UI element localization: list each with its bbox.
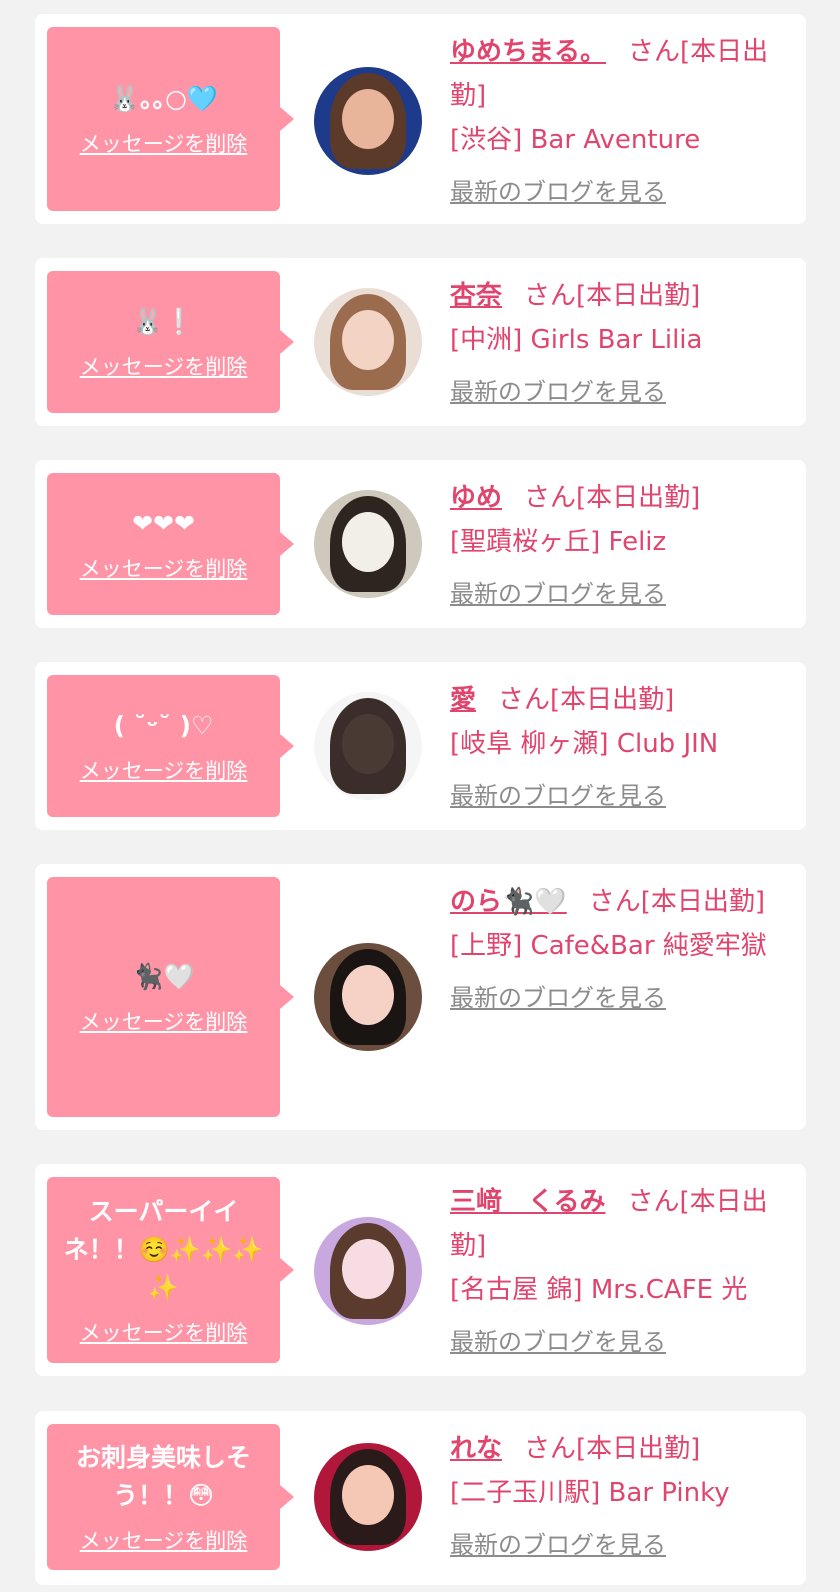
cast-name-link[interactable]: ゆめ xyxy=(450,483,502,513)
cast-info: 三﨑 くるみ さん[本日出勤] [名古屋 錦] Mrs.CAFE 光 最新のブログ… xyxy=(450,1180,790,1364)
message-text: お刺身美味しそう！！😳 xyxy=(75,1443,251,1510)
location-text: [岐阜 柳ヶ瀬] Club JIN xyxy=(450,729,719,759)
status-text: さん[本日出勤] xyxy=(588,887,766,917)
delete-message-link[interactable]: メッセージを削除 xyxy=(80,1527,248,1555)
avatar-face-shape xyxy=(342,965,394,1025)
avatar[interactable] xyxy=(314,692,422,800)
name-line: 杏奈 さん[本日出勤] xyxy=(450,274,790,318)
message-card: 🐰❕ メッセージを削除 杏奈 さん[本日出勤] [中洲] Girls Bar Li… xyxy=(35,258,806,426)
message-text: 🐰❕ xyxy=(132,307,195,336)
cast-name-link[interactable]: 三﨑 くるみ xyxy=(450,1187,605,1217)
cast-name-link[interactable]: 愛 xyxy=(450,685,476,715)
name-line: のら🐈‍⬛🤍 さん[本日出勤] xyxy=(450,880,790,924)
message-card: 🐰｡｡○🩵 メッセージを削除 ゆめちまる。 さん[本日出勤] [渋谷] Bar A… xyxy=(35,14,806,224)
delete-message-link[interactable]: メッセージを削除 xyxy=(80,757,248,785)
message-list: 🐰｡｡○🩵 メッセージを削除 ゆめちまる。 さん[本日出勤] [渋谷] Bar A… xyxy=(0,0,840,1592)
delete-message-link[interactable]: メッセージを削除 xyxy=(80,1319,248,1347)
cast-info: 杏奈 さん[本日出勤] [中洲] Girls Bar Lilia 最新のブログを見… xyxy=(450,274,790,414)
message-bubble: 🐰｡｡○🩵 メッセージを削除 xyxy=(47,27,294,211)
name-line: 愛さん[本日出勤] xyxy=(450,678,790,722)
cast-info: れな さん[本日出勤] [二子玉川駅] Bar Pinky 最新のブログを見る xyxy=(450,1427,790,1567)
status-text: さん[本日出勤] xyxy=(498,685,675,715)
message-text: スーパーイイネ！！☺️✨✨✨✨ xyxy=(63,1197,264,1302)
delete-message-link[interactable]: メッセージを削除 xyxy=(80,353,248,381)
avatar-face-shape xyxy=(342,1465,394,1525)
message-bubble: 🐈‍⬛🤍 メッセージを削除 xyxy=(47,877,294,1117)
cast-info: ゆめ さん[本日出勤] [聖蹟桜ヶ丘] Feliz 最新のブログを見る xyxy=(450,476,790,616)
location-text: [中洲] Girls Bar Lilia xyxy=(450,325,703,355)
avatar[interactable] xyxy=(314,490,422,598)
avatar-face-shape xyxy=(342,89,394,149)
message-text: ( ˘ᵕ˘ )♡ xyxy=(113,711,214,740)
message-card: ❤❤❤ メッセージを削除 ゆめ さん[本日出勤] [聖蹟桜ヶ丘] Feliz 最新… xyxy=(35,460,806,628)
avatar-face-shape xyxy=(342,714,394,774)
status-text: さん[本日出勤] xyxy=(524,281,701,311)
message-bubble: ❤❤❤ メッセージを削除 xyxy=(47,473,294,615)
name-line: れな さん[本日出勤] xyxy=(450,1427,790,1471)
message-card: ( ˘ᵕ˘ )♡ メッセージを削除 愛さん[本日出勤] [岐阜 柳ヶ瀬] Clu… xyxy=(35,662,806,830)
delete-message-link[interactable]: メッセージを削除 xyxy=(80,555,248,583)
blog-link[interactable]: 最新のブログを見る xyxy=(450,1320,666,1364)
blog-link[interactable]: 最新のブログを見る xyxy=(450,1523,666,1567)
cast-name-link[interactable]: ゆめちまる。 xyxy=(450,37,606,67)
blog-link[interactable]: 最新のブログを見る xyxy=(450,774,666,818)
location-text: [二子玉川駅] Bar Pinky xyxy=(450,1478,730,1508)
cast-name-link[interactable]: のら🐈‍⬛🤍 xyxy=(450,887,567,917)
cast-info: のら🐈‍⬛🤍 さん[本日出勤] [上野] Cafe&Bar 純愛牢獄 最新のブログ… xyxy=(450,880,790,1020)
cast-info: 愛さん[本日出勤] [岐阜 柳ヶ瀬] Club JIN 最新のブログを見る xyxy=(450,678,790,818)
location-text: [渋谷] Bar Aventure xyxy=(450,125,701,155)
message-text: 🐈‍⬛🤍 xyxy=(132,962,195,991)
avatar[interactable] xyxy=(314,1217,422,1325)
name-line: 三﨑 くるみ さん[本日出勤] xyxy=(450,1180,790,1268)
blog-link[interactable]: 最新のブログを見る xyxy=(450,370,666,414)
message-bubble: お刺身美味しそう！！😳 メッセージを削除 xyxy=(47,1424,294,1570)
message-card: 🐈‍⬛🤍 メッセージを削除 のら🐈‍⬛🤍 さん[本日出勤] [上野] Cafe&B… xyxy=(35,864,806,1130)
message-text: 🐰｡｡○🩵 xyxy=(108,84,219,113)
location-text: [名古屋 錦] Mrs.CAFE 光 xyxy=(450,1275,748,1305)
location-text: [聖蹟桜ヶ丘] Feliz xyxy=(450,527,667,557)
message-bubble: スーパーイイネ！！☺️✨✨✨✨ メッセージを削除 xyxy=(47,1177,294,1363)
message-text: ❤❤❤ xyxy=(132,509,195,538)
name-line: ゆめちまる。 さん[本日出勤] xyxy=(450,30,790,118)
avatar-face-shape xyxy=(342,1239,394,1299)
delete-message-link[interactable]: メッセージを削除 xyxy=(80,1008,248,1036)
message-bubble: 🐰❕ メッセージを削除 xyxy=(47,271,294,413)
avatar[interactable] xyxy=(314,943,422,1051)
message-card: スーパーイイネ！！☺️✨✨✨✨ メッセージを削除 三﨑 くるみ さん[本日出勤] … xyxy=(35,1164,806,1376)
avatar[interactable] xyxy=(314,1443,422,1551)
name-line: ゆめ さん[本日出勤] xyxy=(450,476,790,520)
delete-message-link[interactable]: メッセージを削除 xyxy=(80,130,248,158)
blog-link[interactable]: 最新のブログを見る xyxy=(450,976,666,1020)
avatar[interactable] xyxy=(314,288,422,396)
message-card: お刺身美味しそう！！😳 メッセージを削除 れな さん[本日出勤] [二子玉川駅] … xyxy=(35,1411,806,1585)
cast-info: ゆめちまる。 さん[本日出勤] [渋谷] Bar Aventure 最新のブログを… xyxy=(450,30,790,214)
location-text: [上野] Cafe&Bar 純愛牢獄 xyxy=(450,931,767,961)
blog-link[interactable]: 最新のブログを見る xyxy=(450,170,666,214)
cast-name-link[interactable]: れな xyxy=(450,1434,502,1464)
status-text: さん[本日出勤] xyxy=(524,1434,701,1464)
cast-name-link[interactable]: 杏奈 xyxy=(450,281,502,311)
avatar[interactable] xyxy=(314,67,422,175)
status-text: さん[本日出勤] xyxy=(524,483,701,513)
blog-link[interactable]: 最新のブログを見る xyxy=(450,572,666,616)
avatar-face-shape xyxy=(342,310,394,370)
avatar-face-shape xyxy=(342,512,394,572)
message-bubble: ( ˘ᵕ˘ )♡ メッセージを削除 xyxy=(47,675,294,817)
